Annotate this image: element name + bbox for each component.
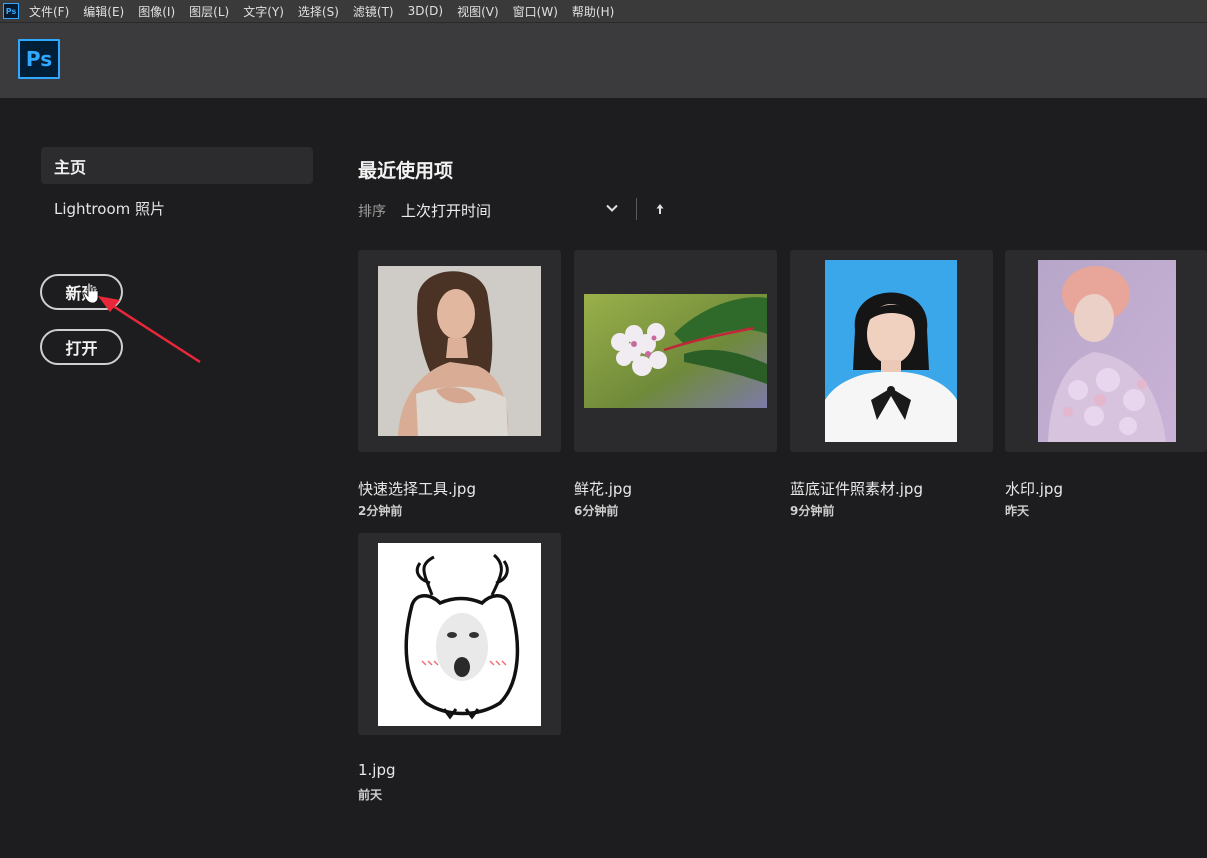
- menu-3d[interactable]: 3D(D): [408, 4, 443, 18]
- file-time: 2分钟前: [358, 504, 403, 518]
- annotation-arrow-icon: [98, 296, 201, 364]
- file-thumbnail-portrait: [378, 266, 541, 436]
- menu-bar: Ps 文件(F) 编辑(E) 图像(I) 图层(L) 文字(Y) 选择(S) 滤…: [0, 0, 1207, 23]
- file-thumbnail-meme: [378, 543, 541, 726]
- menu-type[interactable]: 文字(Y): [243, 3, 284, 20]
- menu-edit[interactable]: 编辑(E): [83, 3, 124, 20]
- sort-label: 排序: [358, 204, 386, 220]
- file-name[interactable]: 水印.jpg: [1005, 478, 1063, 499]
- file-name[interactable]: 1.jpg: [358, 761, 396, 779]
- photoshop-app-icon[interactable]: Ps: [3, 3, 19, 19]
- file-thumbnail-flowers: [584, 294, 767, 408]
- recent-file-card[interactable]: [574, 250, 777, 452]
- recent-file-card[interactable]: [358, 533, 561, 735]
- recent-section-title: 最近使用项: [358, 160, 454, 182]
- file-name[interactable]: 快速选择工具.jpg: [358, 478, 476, 499]
- file-time: 昨天: [1005, 504, 1030, 518]
- file-name[interactable]: 鲜花.jpg: [574, 478, 632, 499]
- sidebar-item-lightroom[interactable]: Lightroom 照片: [54, 198, 165, 219]
- recent-file-card[interactable]: [358, 250, 561, 452]
- file-name[interactable]: 蓝底证件照素材.jpg: [790, 478, 923, 499]
- sort-divider: [636, 198, 637, 220]
- menu-filter[interactable]: 滤镜(T): [353, 3, 394, 20]
- file-time: 9分钟前: [790, 504, 835, 518]
- file-time: 6分钟前: [574, 504, 619, 518]
- sort-dropdown[interactable]: 上次打开时间: [401, 200, 491, 221]
- menu-view[interactable]: 视图(V): [457, 3, 499, 20]
- menu-file[interactable]: 文件(F): [29, 3, 69, 20]
- file-time: 前天: [358, 788, 383, 802]
- menu-select[interactable]: 选择(S): [298, 3, 339, 20]
- file-thumbnail-id-photo: [825, 260, 957, 442]
- menu-image[interactable]: 图像(I): [138, 3, 175, 20]
- menu-layer[interactable]: 图层(L): [189, 3, 229, 20]
- menu-window[interactable]: 窗口(W): [513, 3, 558, 20]
- photoshop-logo: Ps: [18, 39, 60, 79]
- sidebar-item-home[interactable]: 主页: [41, 147, 313, 184]
- menu-help[interactable]: 帮助(H): [572, 3, 614, 20]
- home-header: Ps: [0, 23, 1207, 98]
- recent-file-card[interactable]: [1005, 250, 1207, 452]
- sort-ascending-arrow-icon[interactable]: [654, 202, 666, 216]
- recent-file-card[interactable]: [790, 250, 993, 452]
- chevron-down-icon[interactable]: [605, 201, 619, 215]
- file-thumbnail-painting: [1038, 260, 1176, 442]
